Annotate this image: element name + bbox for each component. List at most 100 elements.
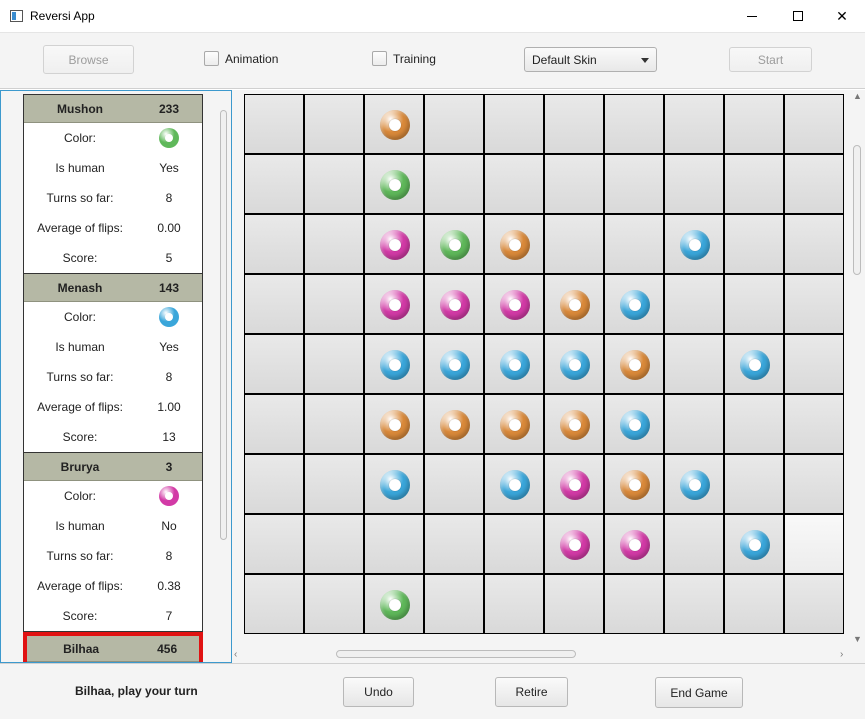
board-cell[interactable] [424, 274, 484, 334]
board-cell[interactable] [364, 454, 424, 514]
board-vertical-scrollbar-thumb[interactable] [853, 145, 861, 275]
board-cell[interactable] [664, 454, 724, 514]
board-cell[interactable] [784, 154, 844, 214]
board-cell[interactable] [484, 214, 544, 274]
board-cell[interactable] [244, 274, 304, 334]
board-cell[interactable] [424, 94, 484, 154]
close-button[interactable]: ✕ [819, 0, 865, 32]
board-cell[interactable] [364, 574, 424, 634]
board-cell[interactable] [364, 274, 424, 334]
board-cell[interactable] [724, 274, 784, 334]
board-cell[interactable] [724, 394, 784, 454]
board-cell[interactable] [724, 334, 784, 394]
training-checkbox-box[interactable] [372, 51, 387, 66]
player-card-brurya[interactable]: Brurya 3 Color: Is human No Turns so far: 8 Ave… [23, 453, 203, 632]
board-cell[interactable] [304, 454, 364, 514]
board-cell[interactable] [664, 214, 724, 274]
scroll-down-icon[interactable]: ▼ [853, 634, 862, 644]
board-cell[interactable] [784, 394, 844, 454]
board-cell[interactable] [484, 154, 544, 214]
start-button[interactable]: Start [729, 47, 812, 72]
board-cell[interactable] [304, 274, 364, 334]
players-panel[interactable]: Mushon 233 Color: Is human Yes Turns so far: 8… [0, 90, 232, 663]
board-cell[interactable] [604, 274, 664, 334]
board-cell[interactable] [484, 514, 544, 574]
board-cell[interactable] [724, 454, 784, 514]
board-horizontal-scrollbar[interactable]: ‹ › [232, 648, 852, 662]
board-cell[interactable] [424, 514, 484, 574]
board-cell[interactable] [424, 154, 484, 214]
board-cell[interactable] [364, 514, 424, 574]
board-cell[interactable] [544, 394, 604, 454]
board-cell[interactable] [784, 574, 844, 634]
players-scrollbar-thumb[interactable] [220, 110, 227, 540]
board-cell[interactable] [604, 394, 664, 454]
board-cell[interactable] [544, 514, 604, 574]
board-horizontal-scrollbar-thumb[interactable] [336, 650, 576, 658]
animation-checkbox[interactable]: Animation [204, 51, 278, 66]
board-cell[interactable] [244, 514, 304, 574]
board-cell[interactable] [604, 214, 664, 274]
board-cell[interactable] [544, 274, 604, 334]
board-cell[interactable] [604, 154, 664, 214]
board-cell[interactable] [424, 334, 484, 394]
animation-checkbox-box[interactable] [204, 51, 219, 66]
board-cell[interactable] [664, 94, 724, 154]
board-cell[interactable] [364, 214, 424, 274]
board-cell[interactable] [664, 274, 724, 334]
board-cell[interactable] [304, 214, 364, 274]
board-cell[interactable] [244, 94, 304, 154]
board-cell[interactable] [304, 154, 364, 214]
players-scrollbar[interactable] [218, 96, 228, 661]
board-area[interactable]: ▲ ▼ ‹ › [232, 90, 865, 663]
board-cell[interactable] [484, 274, 544, 334]
training-checkbox[interactable]: Training [372, 51, 436, 66]
maximize-button[interactable] [775, 0, 821, 32]
player-card-bilhaa[interactable]: Bilhaa 456 [23, 632, 203, 662]
board-cell[interactable] [664, 334, 724, 394]
board-cell[interactable] [244, 454, 304, 514]
board-cell[interactable] [784, 274, 844, 334]
board-cell[interactable] [724, 574, 784, 634]
board-cell[interactable] [364, 94, 424, 154]
player-card-menash[interactable]: Menash 143 Color: Is human Yes Turns so far: 8… [23, 274, 203, 453]
board-cell[interactable] [604, 454, 664, 514]
board-cell[interactable] [424, 574, 484, 634]
board-cell[interactable] [244, 574, 304, 634]
board-cell[interactable] [784, 514, 844, 574]
board-cell[interactable] [304, 334, 364, 394]
board-cell[interactable] [364, 394, 424, 454]
board-cell[interactable] [784, 334, 844, 394]
board-cell[interactable] [484, 334, 544, 394]
board-cell[interactable] [664, 514, 724, 574]
board-cell[interactable] [544, 334, 604, 394]
board-cell[interactable] [424, 394, 484, 454]
board-cell[interactable] [664, 574, 724, 634]
board-cell[interactable] [724, 94, 784, 154]
board-cell[interactable] [664, 154, 724, 214]
board-cell[interactable] [244, 334, 304, 394]
board-cell[interactable] [304, 94, 364, 154]
board-cell[interactable] [724, 514, 784, 574]
board-cell[interactable] [544, 154, 604, 214]
board-cell[interactable] [304, 394, 364, 454]
browse-button[interactable]: Browse [43, 45, 134, 74]
player-card-mushon[interactable]: Mushon 233 Color: Is human Yes Turns so far: 8… [23, 94, 203, 274]
board-cell[interactable] [544, 214, 604, 274]
board-cell[interactable] [484, 574, 544, 634]
board-cell[interactable] [604, 574, 664, 634]
board-cell[interactable] [544, 574, 604, 634]
board-cell[interactable] [784, 454, 844, 514]
board-cell[interactable] [364, 154, 424, 214]
board-cell[interactable] [724, 214, 784, 274]
retire-button[interactable]: Retire [495, 677, 568, 707]
board-cell[interactable] [724, 154, 784, 214]
minimize-button[interactable] [729, 0, 775, 32]
board-cell[interactable] [604, 334, 664, 394]
board-cell[interactable] [484, 394, 544, 454]
board-cell[interactable] [484, 454, 544, 514]
board-cell[interactable] [484, 94, 544, 154]
board-cell[interactable] [604, 94, 664, 154]
board-cell[interactable] [244, 154, 304, 214]
board-cell[interactable] [544, 454, 604, 514]
